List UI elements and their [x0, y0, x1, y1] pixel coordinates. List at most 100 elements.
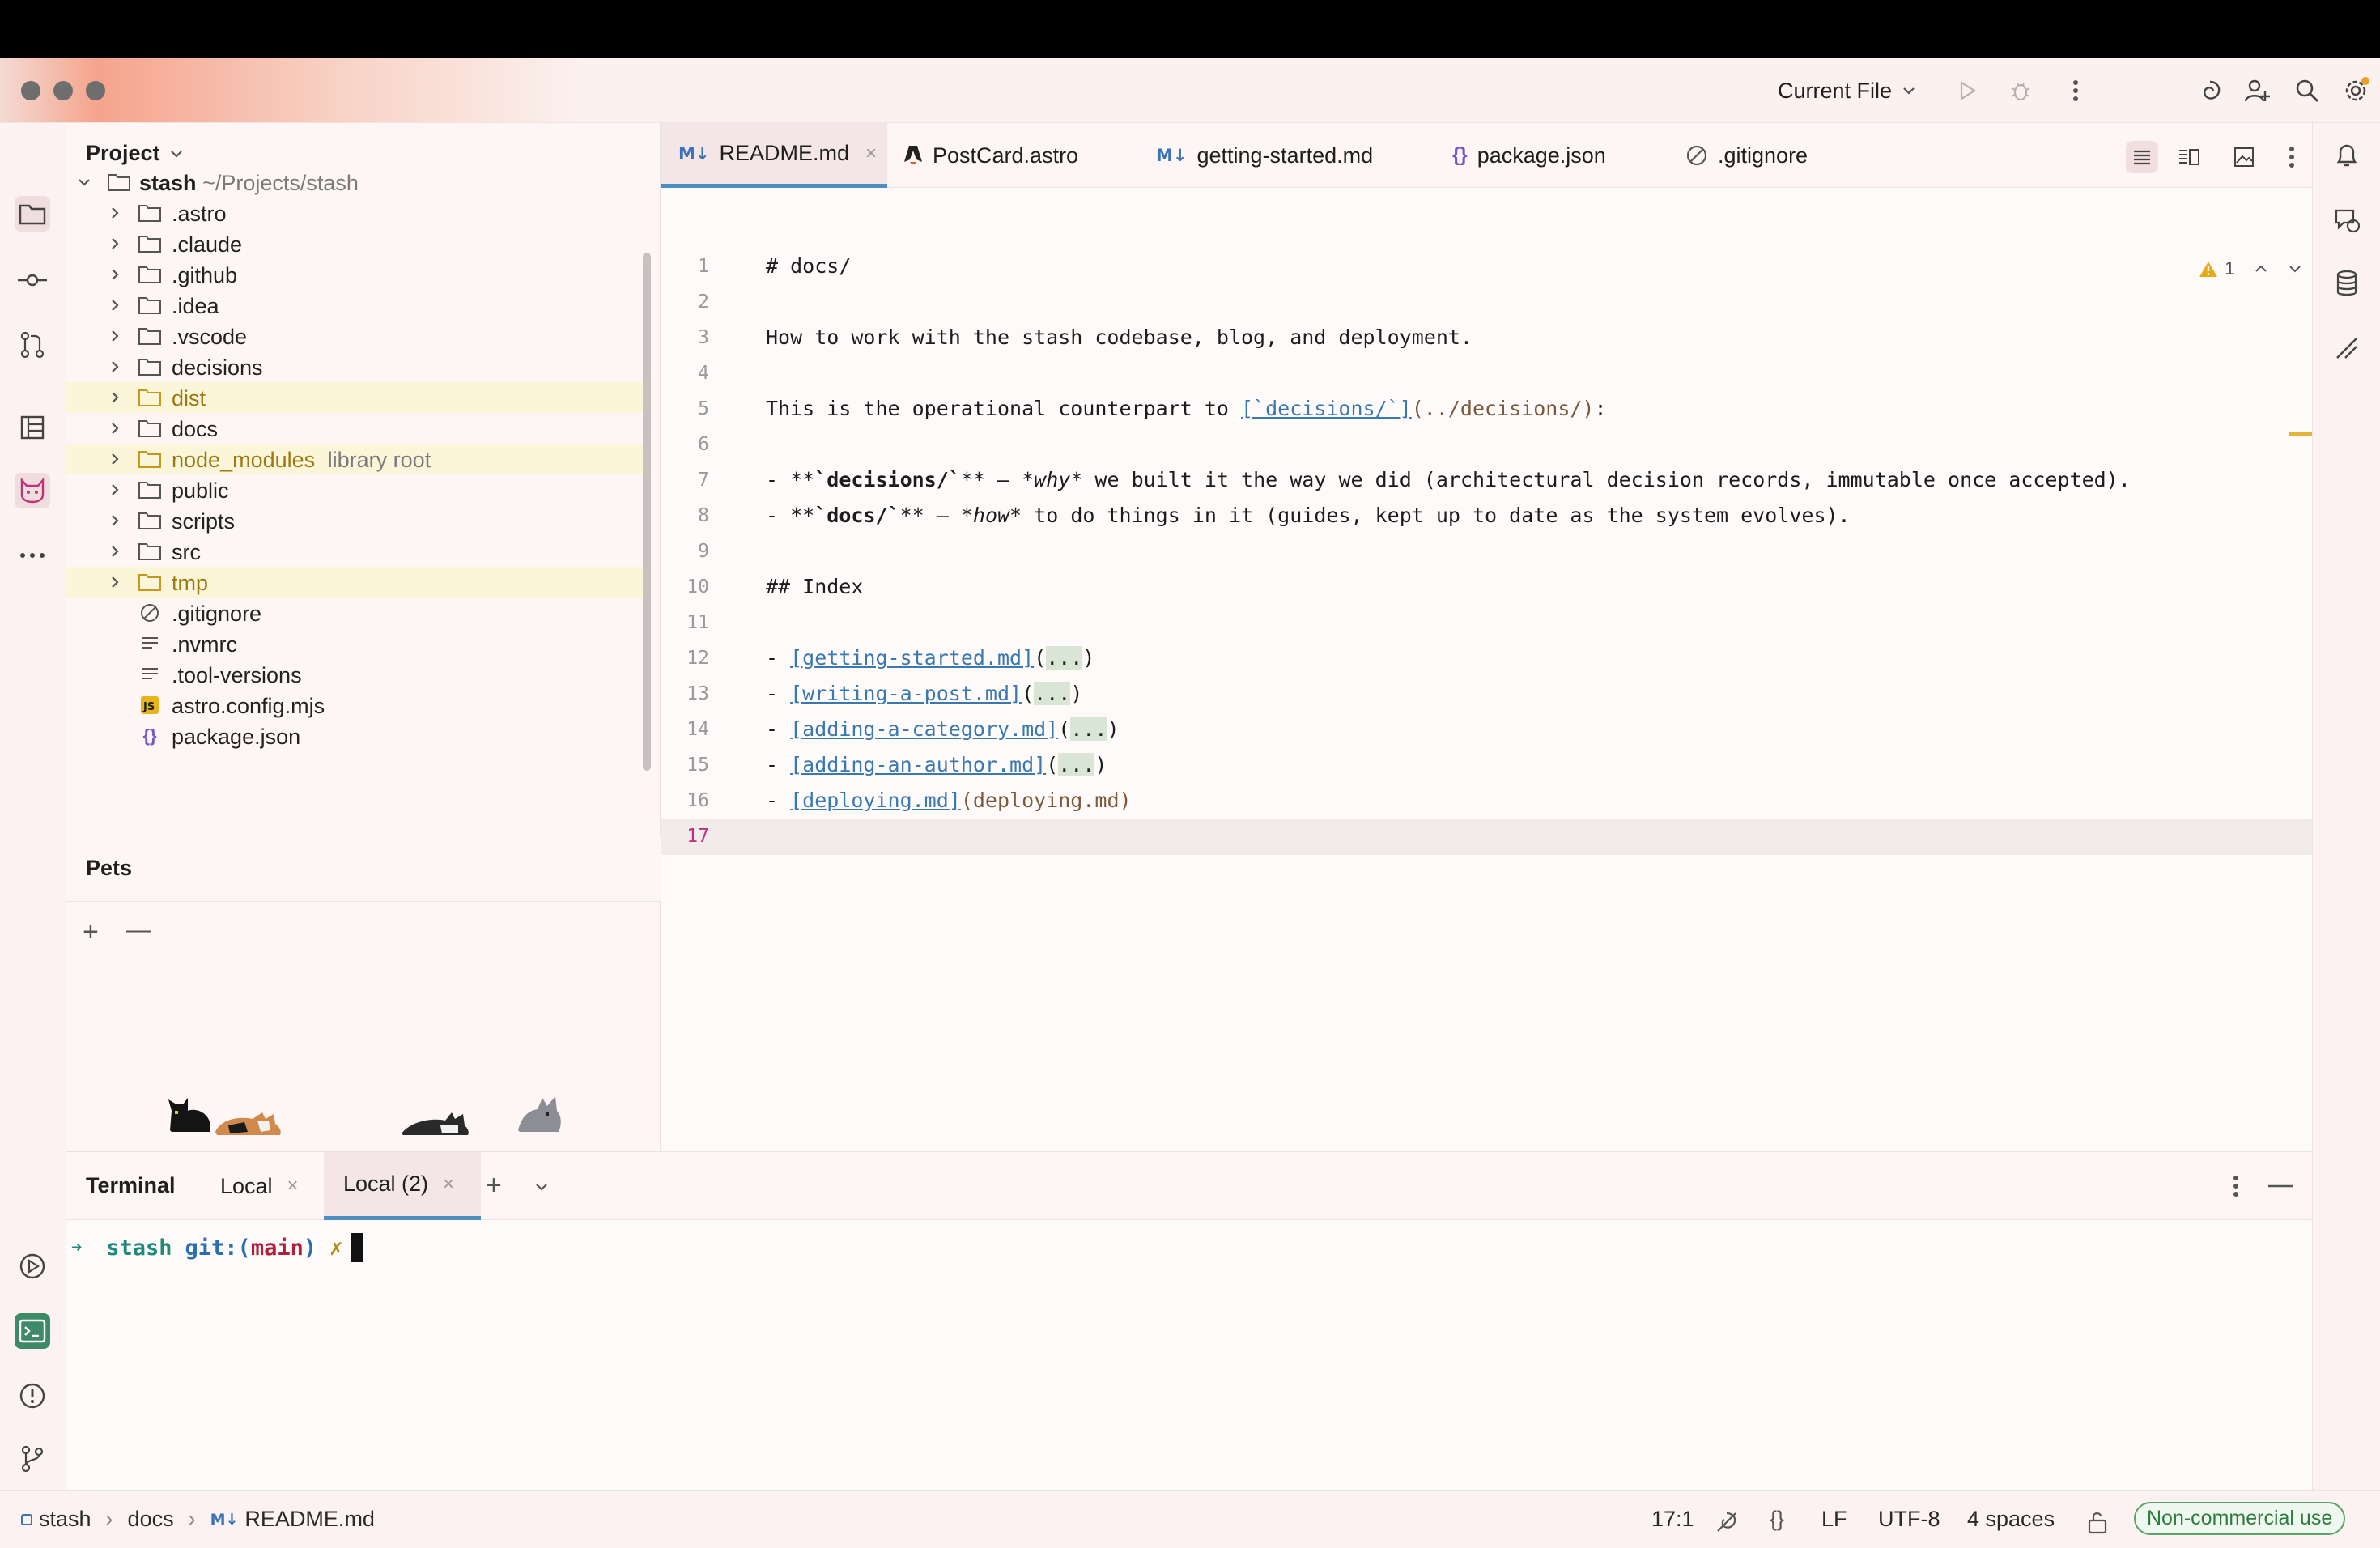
tab-getting-started[interactable]: M↓ getting-started.md [1156, 123, 1373, 188]
debug-button[interactable] [2006, 76, 2035, 105]
license-badge[interactable]: Non-commercial use [2134, 1502, 2346, 1535]
line-number[interactable]: 10 [661, 576, 709, 598]
folded-region[interactable]: ... [1058, 753, 1095, 776]
tree-item[interactable]: node_modules library root [66, 444, 643, 474]
line-number[interactable]: 16 [661, 790, 709, 811]
tree-item[interactable]: .astro [66, 198, 643, 228]
line-number[interactable]: 2 [661, 291, 709, 313]
warning-stripe-marker[interactable] [2289, 432, 2312, 436]
folded-region[interactable]: ... [1034, 682, 1071, 705]
tree-item[interactable]: JS astro.config.mjs [66, 690, 643, 721]
breadcrumb-item[interactable]: stash [39, 1507, 91, 1532]
calico-cat-pet[interactable] [212, 1104, 283, 1137]
run-tool-button[interactable] [15, 1248, 50, 1284]
remove-pet-button[interactable]: — [126, 916, 151, 944]
chevron-right-icon[interactable] [107, 420, 123, 436]
pull-requests-tool-button[interactable] [15, 327, 50, 363]
tab-options-button[interactable] [2280, 141, 2304, 173]
gray-cat-pet[interactable] [398, 1104, 471, 1137]
terminal-tab-local-2[interactable]: Local (2) × [324, 1152, 481, 1220]
line-number[interactable]: 6 [661, 434, 709, 455]
project-tool-button[interactable] [15, 196, 50, 232]
terminal-tool-button[interactable] [15, 1313, 50, 1349]
chevron-down-icon[interactable] [76, 174, 92, 190]
search-button[interactable] [2293, 76, 2322, 105]
close-icon[interactable]: × [865, 142, 877, 165]
line-number[interactable]: 9 [661, 541, 709, 562]
line-separator[interactable]: LF [1821, 1507, 1847, 1532]
more-tools-button[interactable] [15, 538, 50, 573]
tree-root-stash[interactable]: stash ~/Projects/stash [66, 167, 643, 198]
line-number[interactable]: 7 [661, 470, 709, 491]
black-cat-pet[interactable] [164, 1093, 215, 1135]
tree-item[interactable]: dist [66, 382, 643, 413]
tree-item[interactable]: .vscode [66, 321, 643, 351]
terminal-prompt[interactable]: ➜ stash git:( main ) ✗ [71, 1233, 364, 1262]
folded-region[interactable]: ... [1046, 646, 1083, 670]
chevron-up-icon[interactable] [2253, 261, 2269, 277]
markdown-link[interactable]: [deploying.md] [790, 789, 961, 812]
commit-tool-button[interactable] [15, 262, 50, 298]
markdown-link[interactable]: [adding-a-category.md] [790, 717, 1058, 741]
tree-item[interactable]: .gitignore [66, 598, 643, 628]
breadcrumb-item[interactable]: README.md [244, 1507, 375, 1532]
project-panel-header[interactable]: Project [86, 141, 185, 166]
chevron-right-icon[interactable] [107, 574, 123, 590]
line-number[interactable]: 5 [661, 398, 709, 419]
new-terminal-button[interactable]: + [486, 1170, 502, 1201]
folded-region[interactable]: ... [1070, 717, 1107, 741]
chevron-right-icon[interactable] [107, 482, 123, 498]
run-config-selector[interactable]: Current File [1778, 74, 1918, 107]
project-scrollbar[interactable] [643, 253, 651, 771]
line-number[interactable]: 13 [661, 683, 709, 704]
caret-position[interactable]: 17:1 [1651, 1507, 1694, 1532]
tree-item[interactable]: public [66, 474, 643, 505]
markdown-preview-button[interactable] [2329, 330, 2365, 366]
chevron-right-icon[interactable] [107, 205, 123, 221]
unlock-icon[interactable] [2087, 1510, 2108, 1534]
tree-item[interactable]: tmp [66, 567, 643, 598]
chevron-right-icon[interactable] [107, 389, 123, 406]
tree-item[interactable]: src [66, 536, 643, 567]
tree-item[interactable]: docs [66, 413, 643, 444]
tab-postcard[interactable]: PostCard.astro [903, 123, 1078, 188]
editor-mode-button[interactable] [2126, 141, 2158, 173]
breadcrumb-item[interactable]: docs [128, 1507, 174, 1532]
markdown-link[interactable]: [adding-an-author.md] [790, 753, 1046, 776]
line-number[interactable]: 8 [661, 505, 709, 526]
line-number[interactable]: 15 [661, 755, 709, 776]
indent-setting[interactable]: 4 spaces [1967, 1507, 2055, 1532]
markdown-link[interactable]: [`decisions/`] [1241, 397, 1412, 420]
silver-cat-pet[interactable] [510, 1090, 568, 1135]
terminal-tab-local[interactable]: Local × [220, 1152, 299, 1220]
chevron-right-icon[interactable] [107, 297, 123, 313]
chevron-right-icon[interactable] [107, 359, 123, 375]
add-pet-button[interactable]: + [83, 916, 99, 948]
chevron-right-icon[interactable] [107, 543, 123, 559]
run-button[interactable] [1953, 76, 1982, 105]
chevron-right-icon[interactable] [107, 512, 123, 529]
chevron-right-icon[interactable] [107, 236, 123, 252]
ai-disabled-icon[interactable] [1715, 1510, 1739, 1534]
tree-item[interactable]: .idea [66, 290, 643, 321]
tree-item[interactable]: {} package.json [66, 721, 643, 751]
problems-tool-button[interactable] [15, 1378, 50, 1414]
code-editor[interactable]: 1 2 3 4 5 6 7 8 9 10 11 12 13 14 15 16 17 1 # docs/ How … [661, 188, 2312, 1151]
add-user-button[interactable] [2242, 76, 2272, 105]
close-icon[interactable]: × [443, 1173, 454, 1196]
minimize-icon[interactable] [2268, 1184, 2293, 1188]
close-window-button[interactable] [21, 81, 40, 100]
line-number[interactable]: 12 [661, 648, 709, 669]
line-number[interactable]: 14 [661, 719, 709, 740]
settings-button[interactable] [2341, 76, 2370, 105]
close-icon[interactable]: × [287, 1175, 299, 1197]
notifications-button[interactable] [2329, 138, 2365, 173]
tree-item[interactable]: scripts [66, 505, 643, 536]
markdown-link[interactable]: [writing-a-post.md] [790, 682, 1022, 705]
json-braces-icon[interactable]: {} [1770, 1507, 1784, 1532]
zoom-window-button[interactable] [86, 81, 105, 100]
tree-item[interactable]: decisions [66, 351, 643, 382]
tab-readme[interactable]: M↓ README.md × [661, 123, 887, 188]
chevron-down-icon[interactable] [2287, 261, 2303, 277]
structure-tool-button[interactable] [15, 410, 50, 445]
